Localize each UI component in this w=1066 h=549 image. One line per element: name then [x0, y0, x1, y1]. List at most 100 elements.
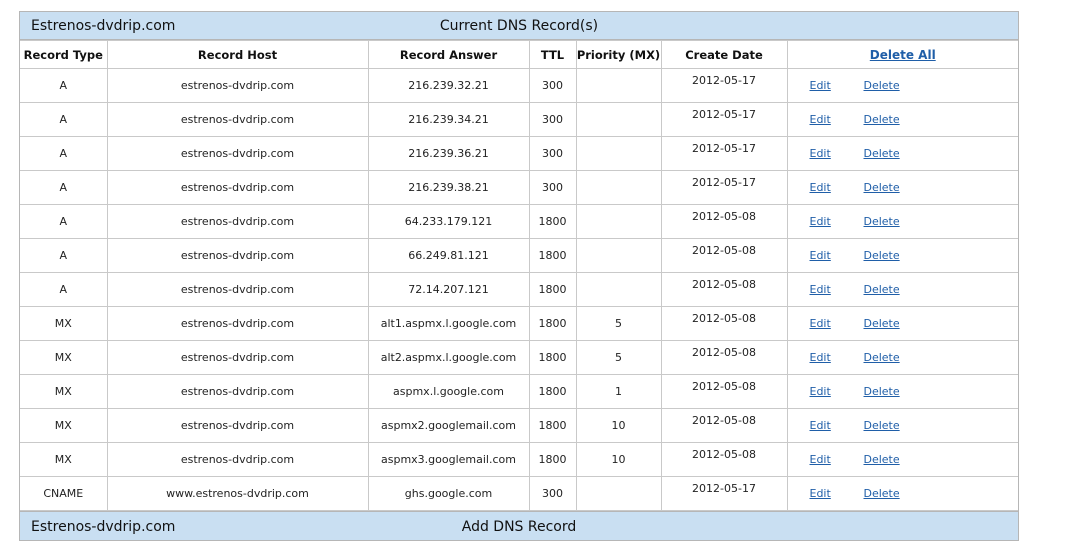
col-record-answer: Record Answer [367, 40, 530, 69]
col-ttl: TTL [528, 40, 577, 69]
add-dns-record-header: Estrenos-dvdrip.com Add DNS Record [20, 511, 1018, 540]
edit-record-link[interactable]: Edit [810, 419, 831, 432]
delete-record-link[interactable]: Delete [864, 113, 900, 126]
record-host-cell: estrenos-dvdrip.com [106, 408, 369, 443]
table-row: MX estrenos-dvdrip.com aspmx.l.google.com 1… [20, 374, 1018, 409]
table-row: Aestrenos-dvdrip.com 216.239.38.21 300 2012… [20, 170, 1018, 205]
record-actions-cell: Edit Delete [786, 476, 1018, 511]
edit-record-link[interactable]: Edit [810, 487, 831, 500]
record-host-cell: estrenos-dvdrip.com [106, 442, 369, 477]
header-title: Current DNS Record(s) [439, 18, 599, 34]
record-actions-cell: Edit Delete [786, 204, 1018, 239]
delete-record-link[interactable]: Delete [864, 317, 900, 330]
record-answer-cell: 72.14.207.121 [367, 272, 530, 307]
record-ttl-cell: 1800 [528, 272, 577, 307]
edit-record-link[interactable]: Edit [810, 79, 831, 92]
delete-record-link[interactable]: Delete [864, 385, 900, 398]
col-actions: Delete All [786, 40, 1018, 69]
dns-records-body: Aestrenos-dvdrip.com 216.239.32.21 300 2012… [20, 68, 1018, 511]
record-type-cell: A [20, 238, 108, 273]
edit-record-link[interactable]: Edit [810, 181, 831, 194]
record-ttl-cell: 1800 [528, 306, 577, 341]
record-actions-cell: Edit Delete [786, 374, 1018, 409]
table-row: Aestrenos-dvdrip.com 66.249.81.121 1800 201… [20, 238, 1018, 273]
dns-records-header: Estrenos-dvdrip.com Current DNS Record(s… [20, 12, 1018, 40]
record-ttl-cell: 300 [528, 136, 577, 171]
record-type-cell: MX [20, 442, 108, 477]
record-priority-cell [575, 102, 662, 137]
table-header-row: Record Type Record Host Record Answer TT… [20, 40, 1018, 69]
edit-record-link[interactable]: Edit [810, 215, 831, 228]
record-actions-cell: Edit Delete [786, 272, 1018, 307]
record-type-cell: A [20, 68, 108, 103]
delete-record-link[interactable]: Delete [864, 249, 900, 262]
delete-record-link[interactable]: Delete [864, 147, 900, 160]
delete-record-link[interactable]: Delete [864, 79, 900, 92]
record-ttl-cell: 1800 [528, 204, 577, 239]
record-answer-cell: ghs.google.com [367, 476, 530, 511]
record-type-cell: MX [20, 374, 108, 409]
record-ttl-cell: 300 [528, 102, 577, 137]
edit-record-link[interactable]: Edit [810, 317, 831, 330]
table-row: MX estrenos-dvdrip.com alt1.aspmx.l.google… [20, 306, 1018, 341]
record-date-cell: 2012-05-17 [660, 476, 788, 511]
record-type-cell: A [20, 170, 108, 205]
record-priority-cell [575, 204, 662, 239]
record-actions-cell: Edit Delete [786, 408, 1018, 443]
edit-record-link[interactable]: Edit [810, 249, 831, 262]
record-priority-cell: 10 [575, 442, 662, 477]
record-priority-cell [575, 136, 662, 171]
record-host-cell: estrenos-dvdrip.com [106, 68, 369, 103]
record-date-cell: 2012-05-08 [660, 340, 788, 375]
record-type-cell: A [20, 204, 108, 239]
record-answer-cell: aspmx2.googlemail.com [367, 408, 530, 443]
table-row: Aestrenos-dvdrip.com 64.233.179.121 1800 20… [20, 204, 1018, 239]
delete-all-link[interactable]: Delete All [870, 48, 936, 62]
record-answer-cell: 66.249.81.121 [367, 238, 530, 273]
col-record-type: Record Type [20, 40, 108, 69]
table-row: MX estrenos-dvdrip.com aspmx3.googlemail.c… [20, 442, 1018, 477]
edit-record-link[interactable]: Edit [810, 283, 831, 296]
record-date-cell: 2012-05-08 [660, 306, 788, 341]
edit-record-link[interactable]: Edit [810, 113, 831, 126]
col-record-host: Record Host [106, 40, 369, 69]
table-row: Aestrenos-dvdrip.com 216.239.36.21 300 2012… [20, 136, 1018, 171]
record-date-cell: 2012-05-08 [660, 204, 788, 239]
col-priority: Priority (MX) [575, 40, 662, 69]
delete-record-link[interactable]: Delete [864, 181, 900, 194]
table-row: Aestrenos-dvdrip.com 216.239.32.21 300 2012… [20, 68, 1018, 103]
edit-record-link[interactable]: Edit [810, 147, 831, 160]
record-host-cell: estrenos-dvdrip.com [106, 136, 369, 171]
delete-record-link[interactable]: Delete [864, 453, 900, 466]
dns-records-panel: Estrenos-dvdrip.com Current DNS Record(s… [19, 11, 1019, 541]
edit-record-link[interactable]: Edit [810, 385, 831, 398]
record-date-cell: 2012-05-17 [660, 102, 788, 137]
record-ttl-cell: 1800 [528, 340, 577, 375]
record-actions-cell: Edit Delete [786, 306, 1018, 341]
delete-record-link[interactable]: Delete [864, 215, 900, 228]
record-ttl-cell: 1800 [528, 238, 577, 273]
record-actions-cell: Edit Delete [786, 442, 1018, 477]
col-create-date: Create Date [660, 40, 788, 69]
delete-record-link[interactable]: Delete [864, 419, 900, 432]
record-host-cell: estrenos-dvdrip.com [106, 340, 369, 375]
record-actions-cell: Edit Delete [786, 102, 1018, 137]
record-priority-cell: 5 [575, 340, 662, 375]
record-host-cell: estrenos-dvdrip.com [106, 374, 369, 409]
record-priority-cell [575, 170, 662, 205]
delete-record-link[interactable]: Delete [864, 283, 900, 296]
record-date-cell: 2012-05-08 [660, 442, 788, 477]
footer-title: Add DNS Record [461, 519, 577, 535]
edit-record-link[interactable]: Edit [810, 351, 831, 364]
delete-record-link[interactable]: Delete [864, 351, 900, 364]
record-answer-cell: 64.233.179.121 [367, 204, 530, 239]
delete-record-link[interactable]: Delete [864, 487, 900, 500]
edit-record-link[interactable]: Edit [810, 453, 831, 466]
record-type-cell: CNAME [20, 476, 108, 511]
record-answer-cell: 216.239.38.21 [367, 170, 530, 205]
record-answer-cell: 216.239.34.21 [367, 102, 530, 137]
record-priority-cell [575, 68, 662, 103]
table-row: CNAME www.estrenos-dvdrip.com ghs.google.c… [20, 476, 1018, 511]
record-ttl-cell: 300 [528, 170, 577, 205]
record-date-cell: 2012-05-08 [660, 238, 788, 273]
